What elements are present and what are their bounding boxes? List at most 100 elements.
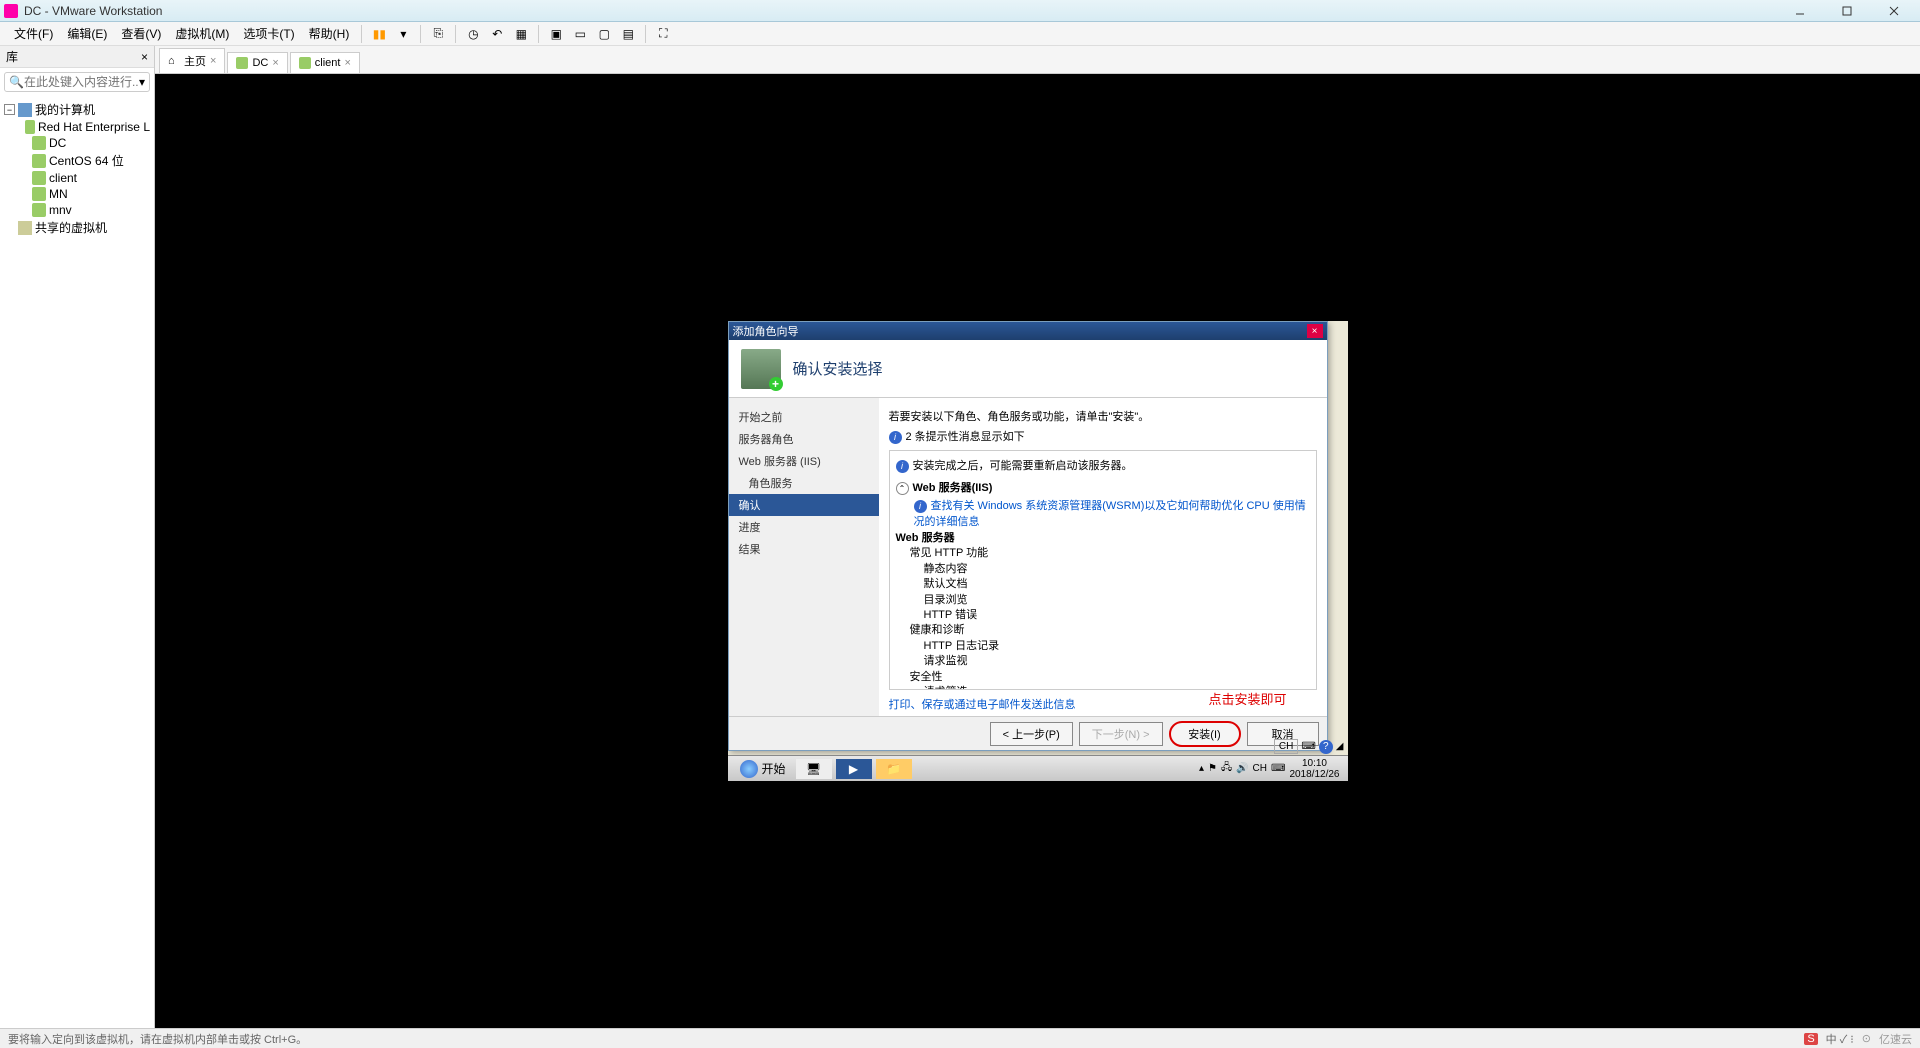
help-icon[interactable]: ? bbox=[1319, 740, 1333, 754]
info-icon: i bbox=[914, 500, 927, 513]
tree-item-redhat[interactable]: Red Hat Enterprise L bbox=[4, 119, 150, 135]
wizard-statusbar: CH ⌨ ? ◢ bbox=[1274, 739, 1344, 754]
close-button[interactable] bbox=[1871, 2, 1916, 20]
tab-dc[interactable]: DC × bbox=[227, 52, 287, 73]
tree-item-mnv[interactable]: mnv bbox=[4, 202, 150, 218]
tab-close-icon[interactable]: × bbox=[344, 57, 350, 69]
statusbar: 要将输入定向到该虚拟机，请在虚拟机内部单击或按 Ctrl+G。 S 中 ✓ ⁝ … bbox=[0, 1028, 1920, 1048]
vm-tree: − 我的计算机 Red Hat Enterprise L DC CentOS 6… bbox=[0, 96, 154, 1028]
menu-vm[interactable]: 虚拟机(M) bbox=[169, 23, 235, 44]
lang-badge[interactable]: CH bbox=[1274, 739, 1298, 754]
search-dropdown-icon[interactable]: ▾ bbox=[139, 75, 145, 89]
next-button[interactable]: 下一步(N) > bbox=[1079, 722, 1163, 746]
wizard-content: 若要安装以下角色、角色服务或功能，请单击"安装"。 i2 条提示性消息显示如下 … bbox=[879, 398, 1327, 716]
tree-item-centos[interactable]: CentOS 64 位 bbox=[4, 151, 150, 170]
print-save-link[interactable]: 打印、保存或通过电子邮件发送此信息 bbox=[889, 699, 1076, 711]
restart-message: 安装完成之后，可能需要重新启动该服务器。 bbox=[913, 460, 1133, 472]
search-box[interactable]: 🔍 ▾ bbox=[4, 72, 150, 92]
menu-edit[interactable]: 编辑(E) bbox=[61, 23, 113, 44]
tree-label: MN bbox=[49, 187, 68, 201]
tree-label: mnv bbox=[49, 203, 72, 217]
tab-label: DC bbox=[252, 57, 268, 69]
fullscreen-icon[interactable]: ⛶ bbox=[652, 23, 674, 45]
tab-label: client bbox=[315, 57, 341, 69]
menu-help[interactable]: 帮助(H) bbox=[303, 23, 356, 44]
start-orb-icon bbox=[740, 760, 758, 778]
wizard-footer: < 上一步(P) 下一步(N) > 安装(I) 取消 bbox=[729, 716, 1327, 750]
collapse-icon[interactable]: − bbox=[4, 104, 15, 115]
wizard-nav-results[interactable]: 结果 bbox=[729, 538, 879, 560]
thumbnail-icon[interactable]: ▤ bbox=[617, 23, 639, 45]
keyboard-icon[interactable]: ⌨ bbox=[1271, 763, 1285, 774]
wizard-nav-confirm[interactable]: 确认 bbox=[729, 494, 879, 516]
menu-view[interactable]: 查看(V) bbox=[115, 23, 167, 44]
tray-clock[interactable]: 10:10 2018/12/26 bbox=[1289, 758, 1343, 780]
confirmation-box: i安装完成之后，可能需要重新启动该服务器。 ⌃Web 服务器(IIS) i查找有… bbox=[889, 450, 1317, 690]
vm-icon bbox=[32, 187, 46, 201]
maximize-button[interactable] bbox=[1824, 2, 1869, 20]
search-input[interactable] bbox=[24, 75, 139, 89]
wizard-nav-roleservices[interactable]: 角色服务 bbox=[729, 472, 879, 494]
wizard-close-icon[interactable]: × bbox=[1307, 324, 1323, 338]
start-button[interactable]: 开始 bbox=[732, 758, 794, 780]
role-header: Web 服务器(IIS) bbox=[913, 482, 993, 494]
wizard-header-title: 确认安装选择 bbox=[793, 358, 883, 379]
vm-icon bbox=[25, 120, 35, 134]
vm-display[interactable]: 添加角色向导 × 确认安装选择 开始之前 服务器角色 Web 服务器 (IIS)… bbox=[155, 74, 1920, 1028]
tree-label: 共享的虚拟机 bbox=[35, 219, 107, 236]
tree-root-computer[interactable]: − 我的计算机 bbox=[4, 100, 150, 119]
feature-item: 目录浏览 bbox=[896, 593, 1310, 608]
sidebar-header: 库 × bbox=[0, 46, 154, 68]
tray-expand-icon[interactable]: ▴ bbox=[1199, 763, 1204, 774]
revert-icon[interactable]: ↶ bbox=[486, 23, 508, 45]
resize-grip-icon[interactable]: ◢ bbox=[1336, 741, 1344, 752]
tray-network-icon[interactable]: 🖧 bbox=[1221, 760, 1232, 777]
feature-item: 静态内容 bbox=[896, 562, 1310, 577]
wizard-nav: 开始之前 服务器角色 Web 服务器 (IIS) 角色服务 确认 进度 结果 bbox=[729, 398, 879, 716]
wizard-nav-progress[interactable]: 进度 bbox=[729, 516, 879, 538]
menu-tabs[interactable]: 选项卡(T) bbox=[237, 23, 300, 44]
wsrm-link[interactable]: 查找有关 Windows 系统资源管理器(WSRM)以及它如何帮助优化 CPU … bbox=[914, 500, 1306, 528]
vm-icon bbox=[32, 154, 46, 168]
tab-close-icon[interactable]: × bbox=[272, 57, 278, 69]
task-explorer[interactable]: 📁 bbox=[876, 759, 912, 779]
toolbar-dropdown-icon[interactable]: ▾ bbox=[392, 23, 414, 45]
ime-mode[interactable]: 中 ✓ ⁝ bbox=[1826, 1031, 1854, 1047]
minimize-button[interactable] bbox=[1777, 2, 1822, 20]
prev-button[interactable]: < 上一步(P) bbox=[990, 722, 1073, 746]
snapshot-icon[interactable]: ⎘ bbox=[427, 23, 449, 45]
tab-client[interactable]: client× bbox=[290, 52, 360, 73]
tray-time: 10:10 bbox=[1289, 758, 1339, 769]
wizard-nav-roles[interactable]: 服务器角色 bbox=[729, 428, 879, 450]
tree-item-mn[interactable]: MN bbox=[4, 186, 150, 202]
tray-sound-icon[interactable]: 🔊 bbox=[1236, 763, 1248, 774]
wizard-titlebar[interactable]: 添加角色向导 × bbox=[729, 322, 1327, 340]
tree-item-dc[interactable]: DC bbox=[4, 135, 150, 151]
tray-flag-icon[interactable]: ⚑ bbox=[1208, 763, 1217, 774]
shared-icon bbox=[18, 221, 32, 235]
wizard-title-text: 添加角色向导 bbox=[733, 323, 799, 339]
fit-icon[interactable]: ▣ bbox=[545, 23, 567, 45]
menu-file[interactable]: 文件(F) bbox=[8, 23, 59, 44]
lang-indicator[interactable]: CH bbox=[1253, 763, 1267, 774]
keyboard-icon[interactable]: ⌨ bbox=[1301, 741, 1315, 752]
collapse-icon[interactable]: ⌃ bbox=[896, 482, 909, 495]
wizard-nav-before[interactable]: 开始之前 bbox=[729, 406, 879, 428]
status-hint: 要将输入定向到该虚拟机，请在虚拟机内部单击或按 Ctrl+G。 bbox=[8, 1031, 307, 1047]
sidebar-close-icon[interactable]: × bbox=[141, 50, 148, 64]
tab-close-icon[interactable]: × bbox=[210, 55, 216, 67]
clock-icon[interactable]: ◷ bbox=[462, 23, 484, 45]
ime-icon[interactable]: S bbox=[1804, 1033, 1817, 1045]
tree-item-client[interactable]: client bbox=[4, 170, 150, 186]
tree-shared-vms[interactable]: 共享的虚拟机 bbox=[4, 218, 150, 237]
manage-icon[interactable]: ▦ bbox=[510, 23, 532, 45]
tab-home[interactable]: ⌂主页× bbox=[159, 48, 225, 73]
wizard-nav-iis[interactable]: Web 服务器 (IIS) bbox=[729, 450, 879, 472]
tree-label: client bbox=[49, 171, 77, 185]
pause-icon[interactable]: ▮▮ bbox=[368, 23, 390, 45]
task-powershell[interactable]: ▶ bbox=[836, 759, 872, 779]
task-server-manager[interactable]: 🖥 bbox=[796, 759, 832, 779]
install-button[interactable]: 安装(I) bbox=[1169, 721, 1241, 747]
console-icon[interactable]: ▢ bbox=[593, 23, 615, 45]
unity-icon[interactable]: ▭ bbox=[569, 23, 591, 45]
